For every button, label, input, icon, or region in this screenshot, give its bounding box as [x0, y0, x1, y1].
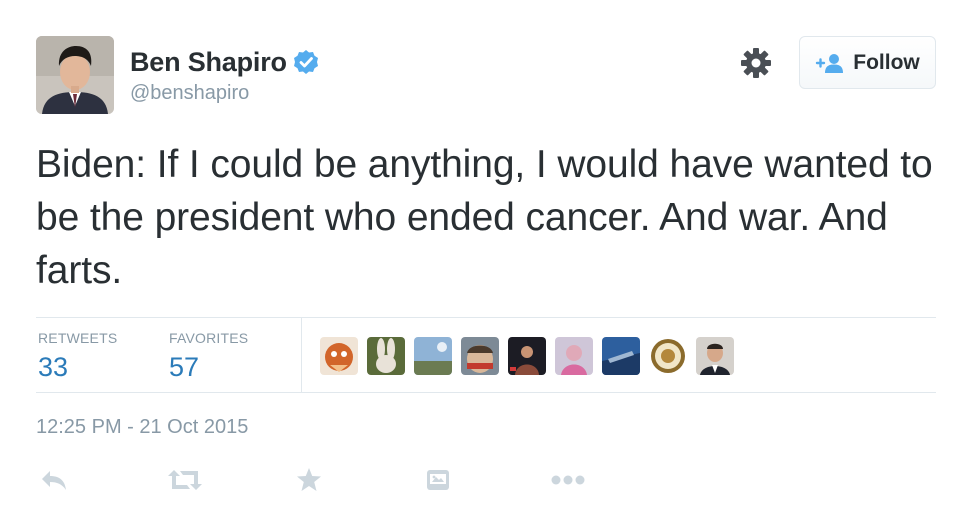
tweet-actions — [36, 463, 636, 497]
stats-divider — [301, 318, 302, 392]
favorites-stat[interactable]: FAVORITES 57 — [169, 330, 248, 383]
retweets-stat[interactable]: RETWEETS 33 — [38, 330, 117, 383]
favoriter-avatar[interactable] — [508, 337, 546, 375]
embed-media-icon[interactable] — [426, 463, 450, 497]
tweet-stats: RETWEETS 33 FAVORITES 57 — [36, 317, 936, 393]
add-user-icon — [816, 53, 844, 73]
favoriter-avatar[interactable] — [320, 337, 358, 375]
favoriter-avatar[interactable] — [649, 337, 687, 375]
retweets-label: RETWEETS — [38, 330, 118, 346]
favoriter-avatar[interactable] — [367, 337, 405, 375]
user-name-row[interactable]: Ben Shapiro — [130, 45, 319, 79]
favorites-count[interactable]: 57 — [169, 352, 248, 383]
user-handle[interactable]: @benshapiro — [130, 82, 249, 105]
favoriters-avatars — [320, 337, 743, 375]
reply-icon[interactable] — [40, 463, 68, 497]
avatar[interactable] — [36, 36, 114, 114]
retweets-count[interactable]: 33 — [38, 352, 117, 383]
tweet-card: Ben Shapiro @benshapiro Follow Biden: If… — [0, 0, 980, 529]
display-name[interactable]: Ben Shapiro — [130, 47, 287, 78]
verified-badge-icon — [293, 50, 318, 74]
favorite-icon[interactable] — [296, 463, 322, 497]
favorites-label: FAVORITES — [169, 330, 249, 346]
favoriter-avatar[interactable] — [414, 337, 452, 375]
tweet-text: Biden: If I could be anything, I would h… — [36, 143, 933, 292]
favoriter-avatar[interactable] — [461, 337, 499, 375]
retweet-icon[interactable] — [168, 463, 202, 497]
more-icon[interactable] — [551, 463, 585, 497]
favoriter-avatar[interactable] — [555, 337, 593, 375]
follow-button[interactable]: Follow — [799, 36, 936, 89]
favoriter-avatar[interactable] — [696, 337, 734, 375]
settings-gear-icon[interactable] — [738, 45, 774, 81]
tweet-timestamp[interactable]: 12:25 PM - 21 Oct 2015 — [36, 416, 248, 439]
follow-label: Follow — [853, 50, 920, 74]
favoriter-avatar[interactable] — [602, 337, 640, 375]
